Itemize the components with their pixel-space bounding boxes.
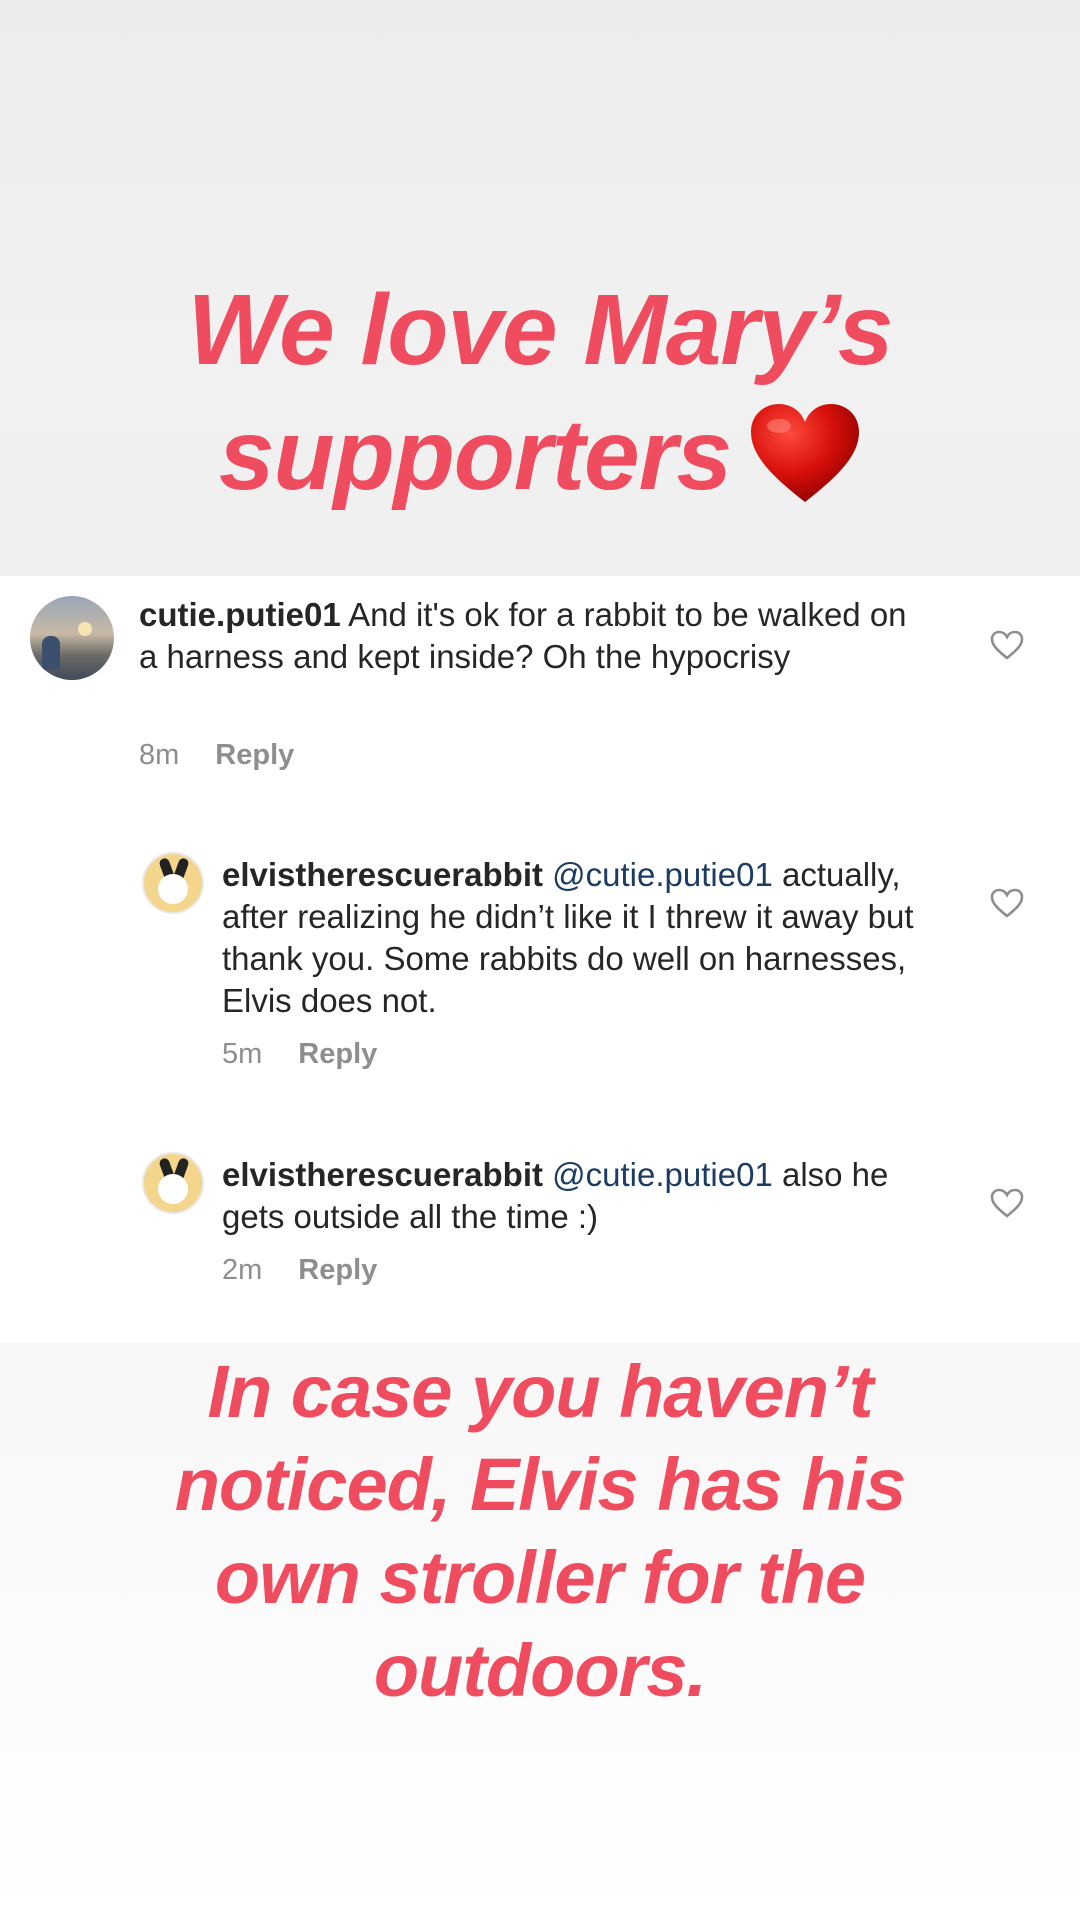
reply-button[interactable]: Reply — [298, 1038, 377, 1070]
comment-item: cutie.putie01 And it's ok for a rabbit t… — [0, 576, 1080, 796]
reply-button[interactable]: Reply — [215, 739, 294, 771]
comment-meta: 8m Reply — [139, 739, 294, 772]
heart-outline-icon[interactable] — [990, 1188, 1024, 1218]
headline-top: We love Mary’s supporters — [0, 268, 1080, 518]
heart-outline-icon[interactable] — [990, 630, 1024, 660]
comment-body: elvistherescuerabbit @cutie.putie01 also… — [222, 1154, 952, 1238]
headline-top-line2-row: supporters — [0, 393, 1080, 518]
rabbit-face — [158, 874, 188, 904]
comment-time: 2m — [222, 1254, 263, 1286]
comment-body: cutie.putie01 And it's ok for a rabbit t… — [139, 594, 919, 678]
comment-username[interactable]: elvistherescuerabbit — [222, 1156, 543, 1193]
heart-outline-icon[interactable] — [990, 888, 1024, 918]
reply-button[interactable]: Reply — [298, 1254, 377, 1286]
comment-time: 5m — [222, 1038, 263, 1070]
avatar-photo-figure — [42, 636, 60, 670]
headline-bottom: In case you haven’t noticed, Elvis has h… — [0, 1345, 1080, 1717]
headline-top-line1: We love Mary’s — [187, 274, 894, 386]
comment-mention[interactable]: @cutie.putie01 — [543, 1156, 773, 1193]
headline-bottom-line2: noticed, Elvis has his — [174, 1443, 907, 1526]
comment-meta: 5m Reply — [222, 1038, 377, 1071]
comment-body: elvistherescuerabbit @cutie.putie01 actu… — [222, 854, 952, 1022]
rabbit-face — [158, 1174, 188, 1204]
comment-reply-item: elvistherescuerabbit @cutie.putie01 also… — [0, 1126, 1080, 1336]
comment-mention[interactable]: @cutie.putie01 — [543, 856, 773, 893]
comment-username[interactable]: cutie.putie01 — [139, 596, 341, 633]
comments-panel: cutie.putie01 And it's ok for a rabbit t… — [0, 576, 1080, 1343]
avatar[interactable] — [30, 596, 114, 680]
red-heart-icon — [749, 402, 861, 504]
headline-top-line2: supporters — [218, 399, 732, 511]
headline-bottom-line1: In case you haven’t — [207, 1350, 873, 1433]
headline-bottom-line3: own stroller for the — [214, 1536, 866, 1619]
comment-reply-item: elvistherescuerabbit @cutie.putie01 actu… — [0, 826, 1080, 1126]
avatar[interactable] — [142, 1152, 204, 1214]
avatar[interactable] — [142, 852, 204, 914]
headline-bottom-line4: outdoors. — [373, 1629, 707, 1712]
comment-meta: 2m Reply — [222, 1254, 377, 1287]
comment-time: 8m — [139, 739, 180, 771]
comment-username[interactable]: elvistherescuerabbit — [222, 856, 543, 893]
avatar-photo-detail — [78, 622, 92, 636]
